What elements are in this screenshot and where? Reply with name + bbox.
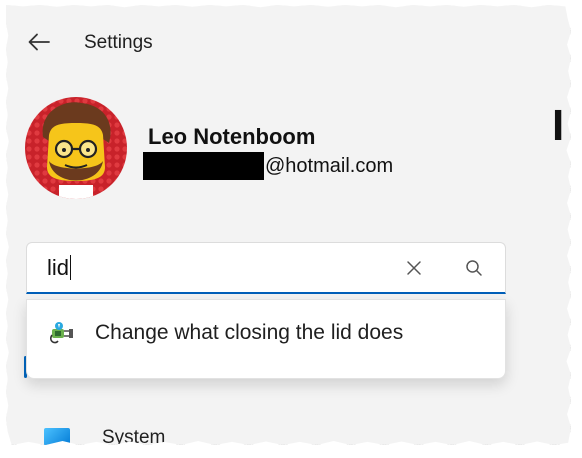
suggestion-label: Change what closing the lid does [95,321,404,344]
sidebar-item-label: System [102,427,166,445]
avatar[interactable] [25,97,127,199]
text-caret [70,255,72,280]
settings-window: Settings Leo Notenboom @hotmail.com I li… [6,5,571,445]
sidebar-item-system[interactable]: System [36,423,165,445]
search-button[interactable] [463,257,485,279]
search-input[interactable]: lid [26,242,506,294]
system-icon [44,428,70,445]
search-value: lid [47,255,70,280]
content-pane-edge: I [552,101,565,150]
lego-minifigure-avatar [25,97,127,199]
arrow-left-icon [28,33,50,51]
email-redaction [143,152,264,180]
back-button[interactable] [24,27,54,57]
clear-search-button[interactable] [403,257,425,279]
search-suggestions: Change what closing the lid does [26,299,506,379]
app-title: Settings [84,32,153,53]
search-icon [466,260,482,276]
email-domain: @hotmail.com [265,154,394,177]
email: @hotmail.com [143,152,393,180]
power-plug-icon [50,322,73,344]
search-field-value[interactable]: lid [47,255,72,281]
user-name: Leo Notenboom [148,124,316,149]
suggestion-item[interactable]: Change what closing the lid does [35,310,497,356]
close-icon [407,261,421,275]
